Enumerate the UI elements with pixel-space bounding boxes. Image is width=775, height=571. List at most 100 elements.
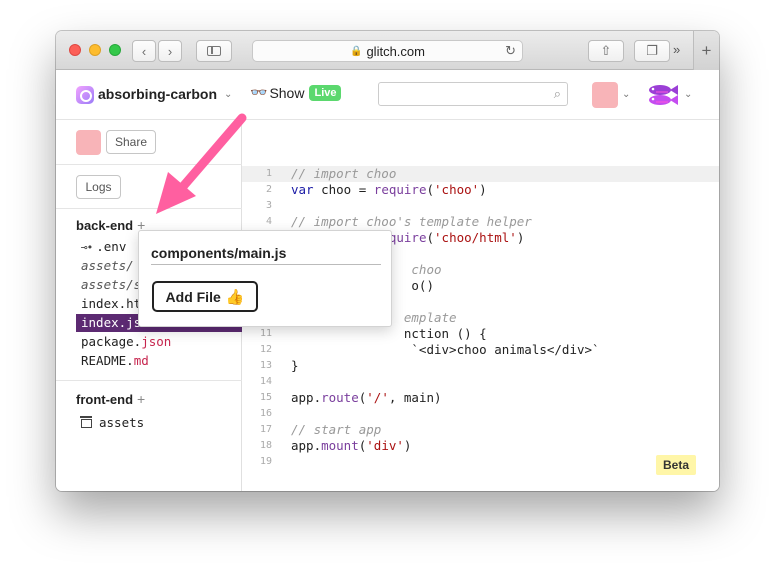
code-text: // import choo's template helper — [291, 214, 532, 229]
add-file-popover: Add File 👍 — [138, 230, 392, 327]
search-icon: ⌕ — [553, 86, 561, 101]
fish-logo-icon[interactable] — [646, 82, 680, 108]
sidebar-icon — [207, 46, 221, 56]
annotation-arrow-icon — [156, 113, 247, 214]
line-number: 11 — [259, 328, 272, 339]
beta-badge: Beta — [656, 455, 697, 475]
code-text: // start app — [291, 422, 382, 437]
browser-toolbar: ‹ › 🔒 glitch.com ↻ ⇧ ❐ » + — [56, 31, 719, 70]
line-number: 16 — [259, 408, 272, 419]
divider — [56, 380, 242, 381]
file-item-package-json[interactable]: package.json — [81, 333, 171, 351]
file-name: assets/s — [81, 277, 142, 292]
code-line[interactable]: 12 `<div>choo animals</div>` — [242, 342, 719, 358]
file-item-index-html[interactable]: index.ht — [81, 295, 141, 313]
back-button[interactable]: ‹ — [132, 40, 156, 62]
file-name: assets — [99, 415, 145, 430]
chevron-right-icon: › — [167, 43, 173, 59]
tabs-icon: ❐ — [646, 43, 658, 58]
share-page-button[interactable]: ⇧ — [588, 40, 624, 62]
file-name: README. — [81, 353, 134, 368]
add-file-button[interactable]: + — [137, 391, 145, 407]
code-text: app.route('/', main) — [291, 390, 442, 405]
tab-overflow-icon[interactable]: » — [673, 42, 680, 57]
line-number: 15 — [259, 392, 272, 403]
show-label: Show — [269, 84, 305, 101]
code-line[interactable]: 1// import choo — [242, 166, 719, 182]
code-text: `<div>choo animals</div>` — [291, 342, 600, 357]
tabs-overview-button[interactable]: ❐ — [634, 40, 670, 62]
line-number: 17 — [259, 424, 272, 435]
url-text: glitch.com — [366, 43, 425, 59]
file-item-frontend-assets[interactable]: assets — [80, 414, 145, 432]
search-input[interactable]: ⌕ — [378, 82, 568, 106]
file-ext: md — [133, 353, 149, 368]
file-item-assets-folder[interactable]: assets/ — [81, 257, 134, 275]
forward-button[interactable]: › — [158, 40, 182, 62]
file-item-assets-sub[interactable]: assets/s — [81, 276, 141, 294]
code-text: // import choo — [291, 166, 397, 181]
code-line[interactable]: 2 var choo = require('choo') — [242, 182, 719, 198]
file-name: package. — [81, 334, 142, 349]
zoom-window-button[interactable] — [109, 44, 121, 56]
share-icon: ⇧ — [600, 43, 612, 58]
address-bar[interactable]: 🔒 glitch.com ↻ — [252, 40, 523, 62]
project-avatar-icon — [76, 86, 94, 104]
file-name: index.ht — [81, 296, 142, 311]
file-name: index.js — [81, 315, 142, 330]
code-line[interactable]: 16 — [242, 406, 719, 422]
filename-input[interactable] — [151, 241, 381, 265]
live-badge: Live — [309, 84, 342, 101]
code-text: app.mount('div') — [291, 438, 412, 453]
line-number: 14 — [259, 376, 272, 387]
line-number: 18 — [259, 440, 272, 451]
reload-icon[interactable]: ↻ — [505, 43, 516, 59]
code-line[interactable]: 11 nction () { — [242, 326, 719, 342]
line-number: 12 — [259, 344, 272, 355]
chevron-down-icon[interactable]: ⌄ — [224, 89, 232, 100]
code-line[interactable]: 17 // start app — [242, 422, 719, 438]
thumbs-up-icon: 👍 — [225, 288, 245, 306]
add-file-label: Add File — [165, 288, 221, 305]
backend-section-title: back-end + — [76, 217, 145, 233]
file-item-env[interactable]: ⊸• .env — [81, 238, 126, 256]
code-line[interactable]: 13} — [242, 358, 719, 374]
file-name: assets/ — [81, 258, 134, 273]
code-line[interactable]: 19 — [242, 454, 719, 470]
add-file-submit-button[interactable]: Add File 👍 — [152, 281, 258, 312]
code-line[interactable]: 3 — [242, 198, 719, 214]
archive-icon — [80, 416, 92, 428]
chevron-down-icon[interactable]: ⌄ — [684, 89, 692, 100]
minimize-window-button[interactable] — [89, 44, 101, 56]
frontend-title: front-end — [76, 392, 134, 407]
code-line[interactable]: 18 app.mount('div') — [242, 438, 719, 454]
show-button[interactable]: 👓 Show Live — [250, 84, 342, 101]
code-line[interactable]: 4// import choo's template helper — [242, 214, 719, 230]
new-tab-button[interactable]: + — [693, 31, 719, 70]
collaborator-avatar[interactable] — [76, 130, 101, 155]
code-text: var choo = require('choo') — [291, 182, 487, 197]
code-line[interactable]: 14 — [242, 374, 719, 390]
logs-button[interactable]: Logs — [76, 175, 121, 199]
sidebar-toggle-button[interactable] — [196, 40, 232, 62]
backend-title: back-end — [76, 218, 134, 233]
line-number: 19 — [259, 456, 272, 467]
share-button[interactable]: Share — [106, 130, 156, 154]
browser-window: ‹ › 🔒 glitch.com ↻ ⇧ ❐ » + absorbing-car… — [56, 31, 719, 491]
project-name[interactable]: absorbing-carbon — [98, 86, 217, 102]
code-text: } — [291, 358, 299, 373]
code-text: nction () { — [291, 326, 487, 341]
glasses-icon: 👓 — [250, 84, 267, 100]
user-avatar[interactable] — [592, 82, 618, 108]
line-number: 13 — [259, 360, 272, 371]
key-icon: ⊸• — [81, 241, 93, 254]
frontend-section-title: front-end + — [76, 391, 145, 407]
chevron-down-icon[interactable]: ⌄ — [622, 89, 630, 100]
file-name: .env — [96, 239, 127, 254]
chevron-left-icon: ‹ — [141, 43, 147, 59]
file-ext: json — [141, 334, 172, 349]
code-line[interactable]: 15 app.route('/', main) — [242, 390, 719, 406]
close-window-button[interactable] — [69, 44, 81, 56]
lock-icon: 🔒 — [350, 45, 363, 57]
file-item-readme[interactable]: README.md — [81, 352, 149, 370]
